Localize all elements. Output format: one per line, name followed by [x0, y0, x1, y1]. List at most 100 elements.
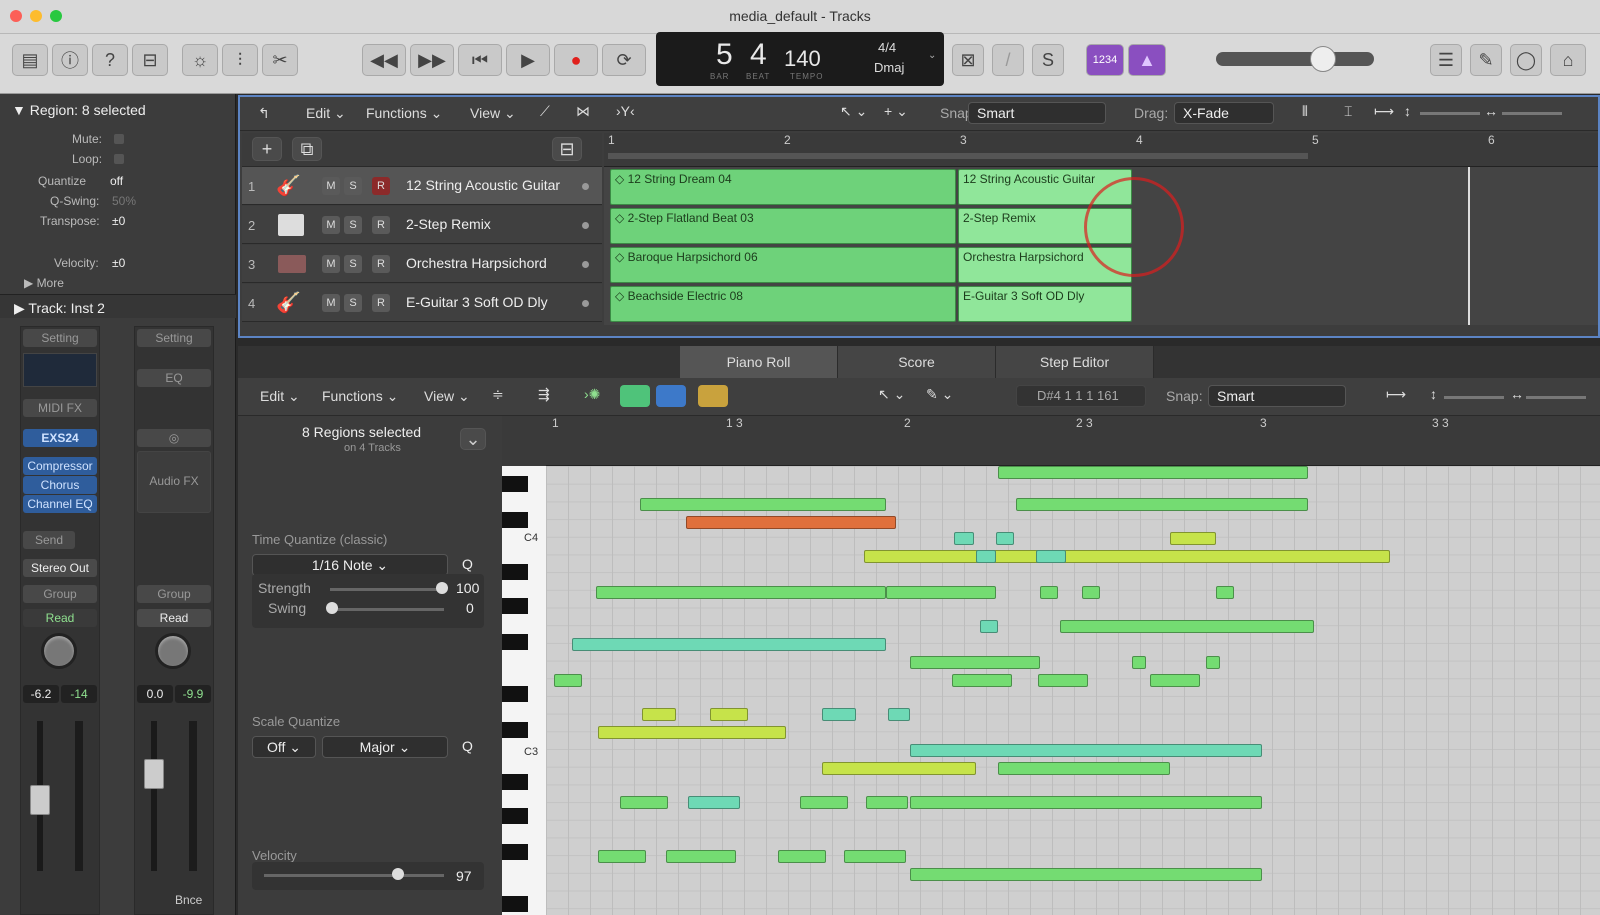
midi-note[interactable] — [866, 796, 908, 809]
region-track-3-a[interactable]: ◇ Baroque Harpsichord 06 — [610, 247, 956, 283]
midi-fx-slot[interactable]: MIDI FX — [23, 399, 97, 417]
cycle-area[interactable] — [608, 153, 1308, 159]
search-icon[interactable]: ◯ — [1510, 44, 1542, 76]
piano-horizontal-zoom-slider[interactable] — [1526, 396, 1586, 399]
group-slot-2[interactable]: Group — [137, 585, 211, 603]
swing-slider[interactable] — [330, 608, 444, 611]
record-enable-button[interactable]: R — [372, 216, 390, 234]
instrument-slot[interactable]: EXS24 — [23, 429, 97, 447]
midi-note[interactable] — [640, 498, 886, 511]
drag-select[interactable]: X-Fade — [1174, 102, 1274, 124]
list-editors-icon[interactable]: ☰ — [1430, 44, 1462, 76]
tracks-view-menu[interactable]: View ⌄ — [470, 105, 516, 122]
midi-note[interactable] — [980, 620, 998, 633]
midi-note[interactable] — [686, 516, 896, 529]
automation-mode-2[interactable]: Read — [137, 609, 211, 627]
region-track-2-a[interactable]: ◇ 2-Step Flatland Beat 03 — [610, 208, 956, 244]
lcd-dropdown-icon[interactable]: ⌄ — [928, 50, 936, 61]
solo-button[interactable]: S — [344, 294, 362, 312]
track-row-3[interactable]: 3 M S R Orchestra Harpsichord — [242, 245, 602, 283]
lcd-time-signature[interactable]: 4/4 — [878, 40, 896, 55]
midi-note[interactable] — [996, 532, 1014, 545]
piano-pencil-tool-icon[interactable]: ✎ ⌄ — [926, 386, 953, 403]
quantize-tool-icon[interactable]: ≑ — [492, 386, 504, 403]
transpose-value[interactable]: ±0 — [112, 214, 125, 228]
tuner-icon[interactable]: / — [992, 44, 1024, 76]
library-icon[interactable]: ▤ — [12, 44, 48, 76]
black-key[interactable] — [502, 564, 528, 580]
midi-note[interactable] — [642, 708, 676, 721]
link-icon[interactable]: ◎ — [137, 429, 211, 447]
midi-note[interactable] — [598, 726, 786, 739]
midi-note[interactable] — [822, 762, 976, 775]
playhead[interactable] — [1468, 167, 1470, 325]
piano-pointer-tool-icon[interactable]: ↖ ⌄ — [878, 386, 905, 403]
velocity-knob[interactable] — [392, 868, 404, 880]
midi-note[interactable] — [998, 466, 1308, 479]
more-toggle[interactable]: ▶ More — [24, 276, 64, 290]
qswing-value[interactable]: 50% — [112, 194, 136, 208]
midi-note[interactable] — [952, 674, 1012, 687]
midi-out-icon[interactable]: ›✺ — [584, 386, 600, 403]
piano-edit-menu[interactable]: Edit ⌄ — [260, 388, 300, 405]
horizontal-fit-icon[interactable]: ⟼ — [1374, 103, 1394, 120]
piano-vertical-zoom-icon[interactable]: ↕ — [1430, 386, 1437, 402]
midi-note[interactable] — [998, 762, 1170, 775]
black-key[interactable] — [502, 634, 528, 650]
region-track-4-b[interactable]: E-Guitar 3 Soft OD Dly — [958, 286, 1132, 322]
horizontal-zoom-slider[interactable] — [1502, 112, 1562, 115]
mute-button[interactable]: M — [322, 216, 340, 234]
piano-keyboard[interactable]: C4 C3 — [502, 466, 546, 915]
setting-button-2[interactable]: Setting — [137, 329, 211, 347]
pencil-tool-icon[interactable]: + ⌄ — [884, 103, 908, 120]
help-icon[interactable]: ? — [92, 44, 128, 76]
midi-note[interactable] — [910, 744, 1262, 757]
pointer-tool-icon[interactable]: ↖ ⌄ — [840, 103, 867, 120]
midi-note[interactable] — [1170, 532, 1216, 545]
black-key[interactable] — [502, 808, 528, 824]
inspector-icon[interactable]: ⓘ — [52, 44, 88, 76]
midi-note[interactable] — [910, 796, 1262, 809]
catch-playhead-icon[interactable] — [656, 385, 686, 407]
audio-fx-slot-1[interactable]: Compressor — [23, 457, 97, 475]
midi-note[interactable] — [954, 532, 974, 545]
loop-checkbox[interactable] — [114, 154, 124, 164]
region-track-1-a[interactable]: ◇ 12 String Dream 04 — [610, 169, 956, 205]
midi-thru-icon[interactable] — [620, 385, 650, 407]
velocity-value[interactable]: ±0 — [112, 256, 125, 270]
track-row-4[interactable]: 4 🎸 M S R E-Guitar 3 Soft OD Dly — [242, 284, 602, 322]
midi-note[interactable] — [864, 550, 1390, 563]
link-mode-icon[interactable] — [698, 385, 728, 407]
region-inspector-toggle[interactable]: ▼ Region: 8 selected — [12, 102, 146, 118]
midi-in-icon[interactable]: ⇶ — [538, 386, 550, 403]
track-inspector-toggle[interactable]: ▶ Track: Inst 2 — [14, 300, 105, 317]
smart-controls-icon[interactable]: ☼ — [182, 44, 218, 76]
velocity-slider[interactable] — [264, 874, 444, 877]
track-name[interactable]: 12 String Acoustic Guitar — [406, 177, 560, 193]
midi-note[interactable] — [1016, 498, 1308, 511]
automation-icon[interactable]: ⟋ — [540, 103, 550, 120]
black-key[interactable] — [502, 844, 528, 860]
midi-note[interactable] — [976, 550, 996, 563]
vertical-zoom-slider[interactable] — [1420, 112, 1480, 115]
tab-step-editor[interactable]: Step Editor — [996, 346, 1154, 378]
midi-note[interactable] — [666, 850, 736, 863]
strength-slider[interactable] — [330, 588, 444, 591]
tab-score[interactable]: Score — [838, 346, 996, 378]
scale-type-select[interactable]: Major ⌄ — [322, 736, 448, 758]
pan-knob-2[interactable] — [155, 633, 191, 669]
midi-note[interactable] — [1132, 656, 1146, 669]
midi-note[interactable] — [1082, 586, 1100, 599]
midi-note[interactable] — [598, 850, 646, 863]
midi-note[interactable] — [688, 796, 740, 809]
solo-button[interactable]: S — [344, 177, 362, 195]
output-slot[interactable]: Stereo Out — [23, 559, 97, 577]
automation-mode-1[interactable]: Read — [23, 609, 97, 627]
midi-note[interactable] — [910, 868, 1262, 881]
replace-icon[interactable]: ⊠ — [952, 44, 984, 76]
track-name[interactable]: 2-Step Remix — [406, 216, 491, 232]
midi-note[interactable] — [910, 656, 1040, 669]
pan-knob-1[interactable] — [41, 633, 77, 669]
rewind-button[interactable]: ◀◀ — [362, 44, 406, 76]
midi-note[interactable] — [710, 708, 748, 721]
